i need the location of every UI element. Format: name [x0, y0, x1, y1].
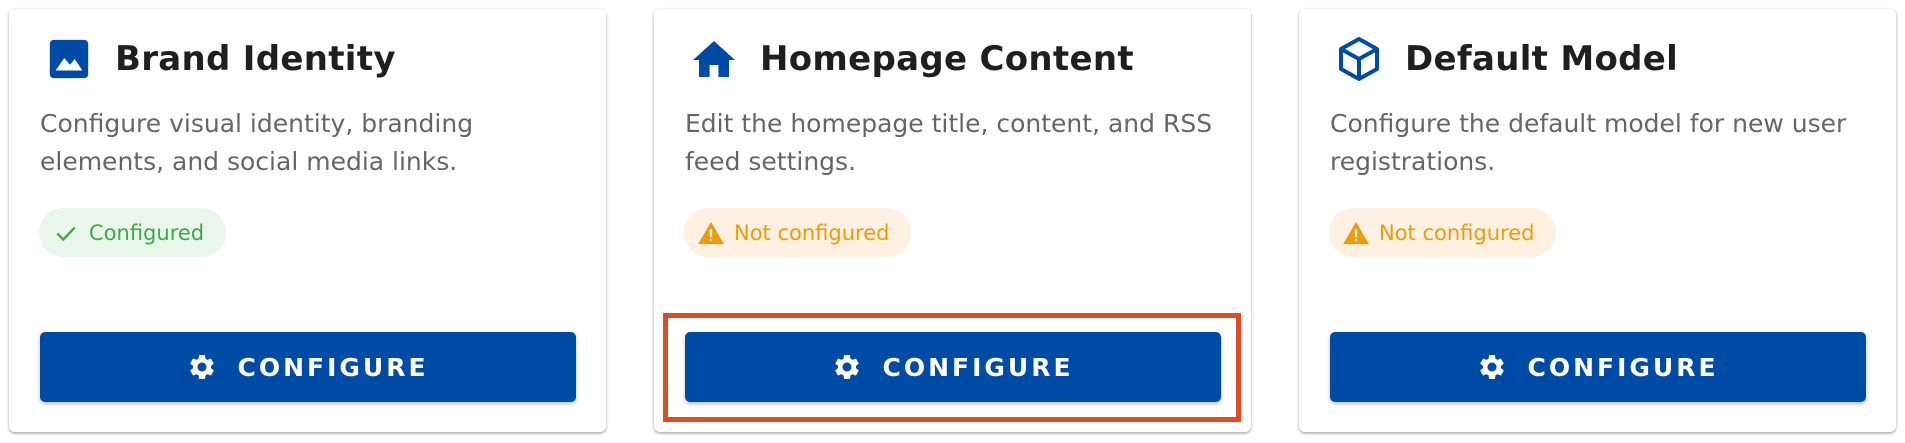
status-badge: Not configured: [1329, 208, 1557, 257]
status-label: Configured: [89, 220, 205, 245]
status-badge: Not configured: [684, 208, 912, 257]
card-header: Homepage Content: [690, 31, 1134, 87]
card-brand-identity: Brand Identity Configure visual identity…: [9, 9, 606, 432]
cube-icon: [1335, 35, 1383, 83]
status-label: Not configured: [1379, 220, 1535, 245]
check-icon: [51, 218, 81, 248]
warning-icon: [696, 218, 726, 248]
gear-icon: [187, 352, 217, 382]
warning-icon: [1341, 218, 1371, 248]
configure-button-label: CONFIGURE: [882, 352, 1074, 382]
status-badge: Configured: [39, 208, 227, 257]
card-title: Brand Identity: [115, 39, 396, 79]
card-homepage-content: Homepage Content Edit the homepage title…: [654, 9, 1251, 432]
configure-button-label: CONFIGURE: [237, 352, 429, 382]
card-title: Default Model: [1405, 39, 1679, 79]
card-description: Configure visual identity, branding elem…: [40, 109, 474, 176]
card-header: Default Model: [1335, 31, 1678, 87]
card-title: Homepage Content: [760, 39, 1134, 79]
home-icon: [690, 35, 738, 83]
card-description: Edit the homepage title, content, and RS…: [685, 109, 1213, 176]
card-header: Brand Identity: [45, 31, 396, 87]
configure-button[interactable]: CONFIGURE: [1330, 332, 1866, 402]
card-default-model: Default Model Configure the default mode…: [1299, 9, 1896, 432]
configure-button[interactable]: CONFIGURE: [685, 332, 1221, 402]
gear-icon: [1477, 352, 1507, 382]
card-description: Configure the default model for new user…: [1330, 109, 1847, 176]
settings-cards: Brand Identity Configure visual identity…: [0, 0, 1905, 443]
configure-button[interactable]: CONFIGURE: [40, 332, 576, 402]
image-icon: [45, 35, 93, 83]
status-label: Not configured: [734, 220, 890, 245]
configure-button-label: CONFIGURE: [1527, 352, 1719, 382]
gear-icon: [832, 352, 862, 382]
